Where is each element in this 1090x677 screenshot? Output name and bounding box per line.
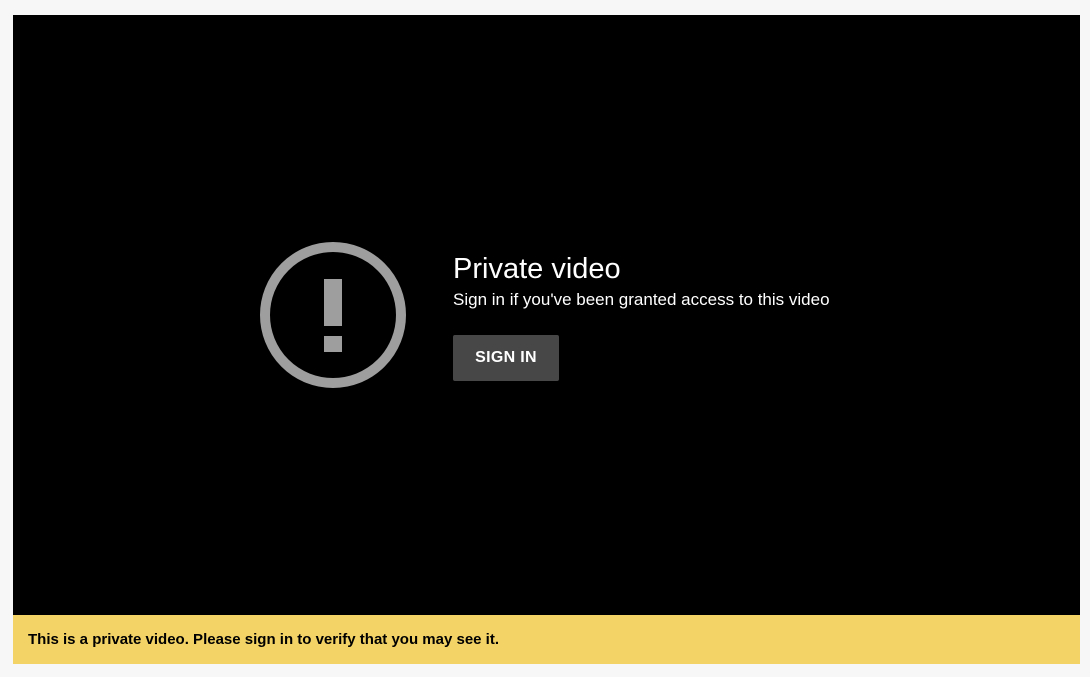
video-player: Private video Sign in if you've been gra… — [13, 15, 1080, 615]
private-video-notice-text: This is a private video. Please sign in … — [28, 631, 499, 648]
private-video-message: Private video Sign in if you've been gra… — [453, 251, 830, 381]
exclamation-circle-icon — [260, 242, 406, 388]
sign-in-button[interactable]: SIGN IN — [453, 335, 559, 381]
private-video-notice-bar: This is a private video. Please sign in … — [13, 615, 1080, 664]
private-video-title: Private video — [453, 253, 621, 285]
private-video-subtitle: Sign in if you've been granted access to… — [453, 290, 830, 309]
